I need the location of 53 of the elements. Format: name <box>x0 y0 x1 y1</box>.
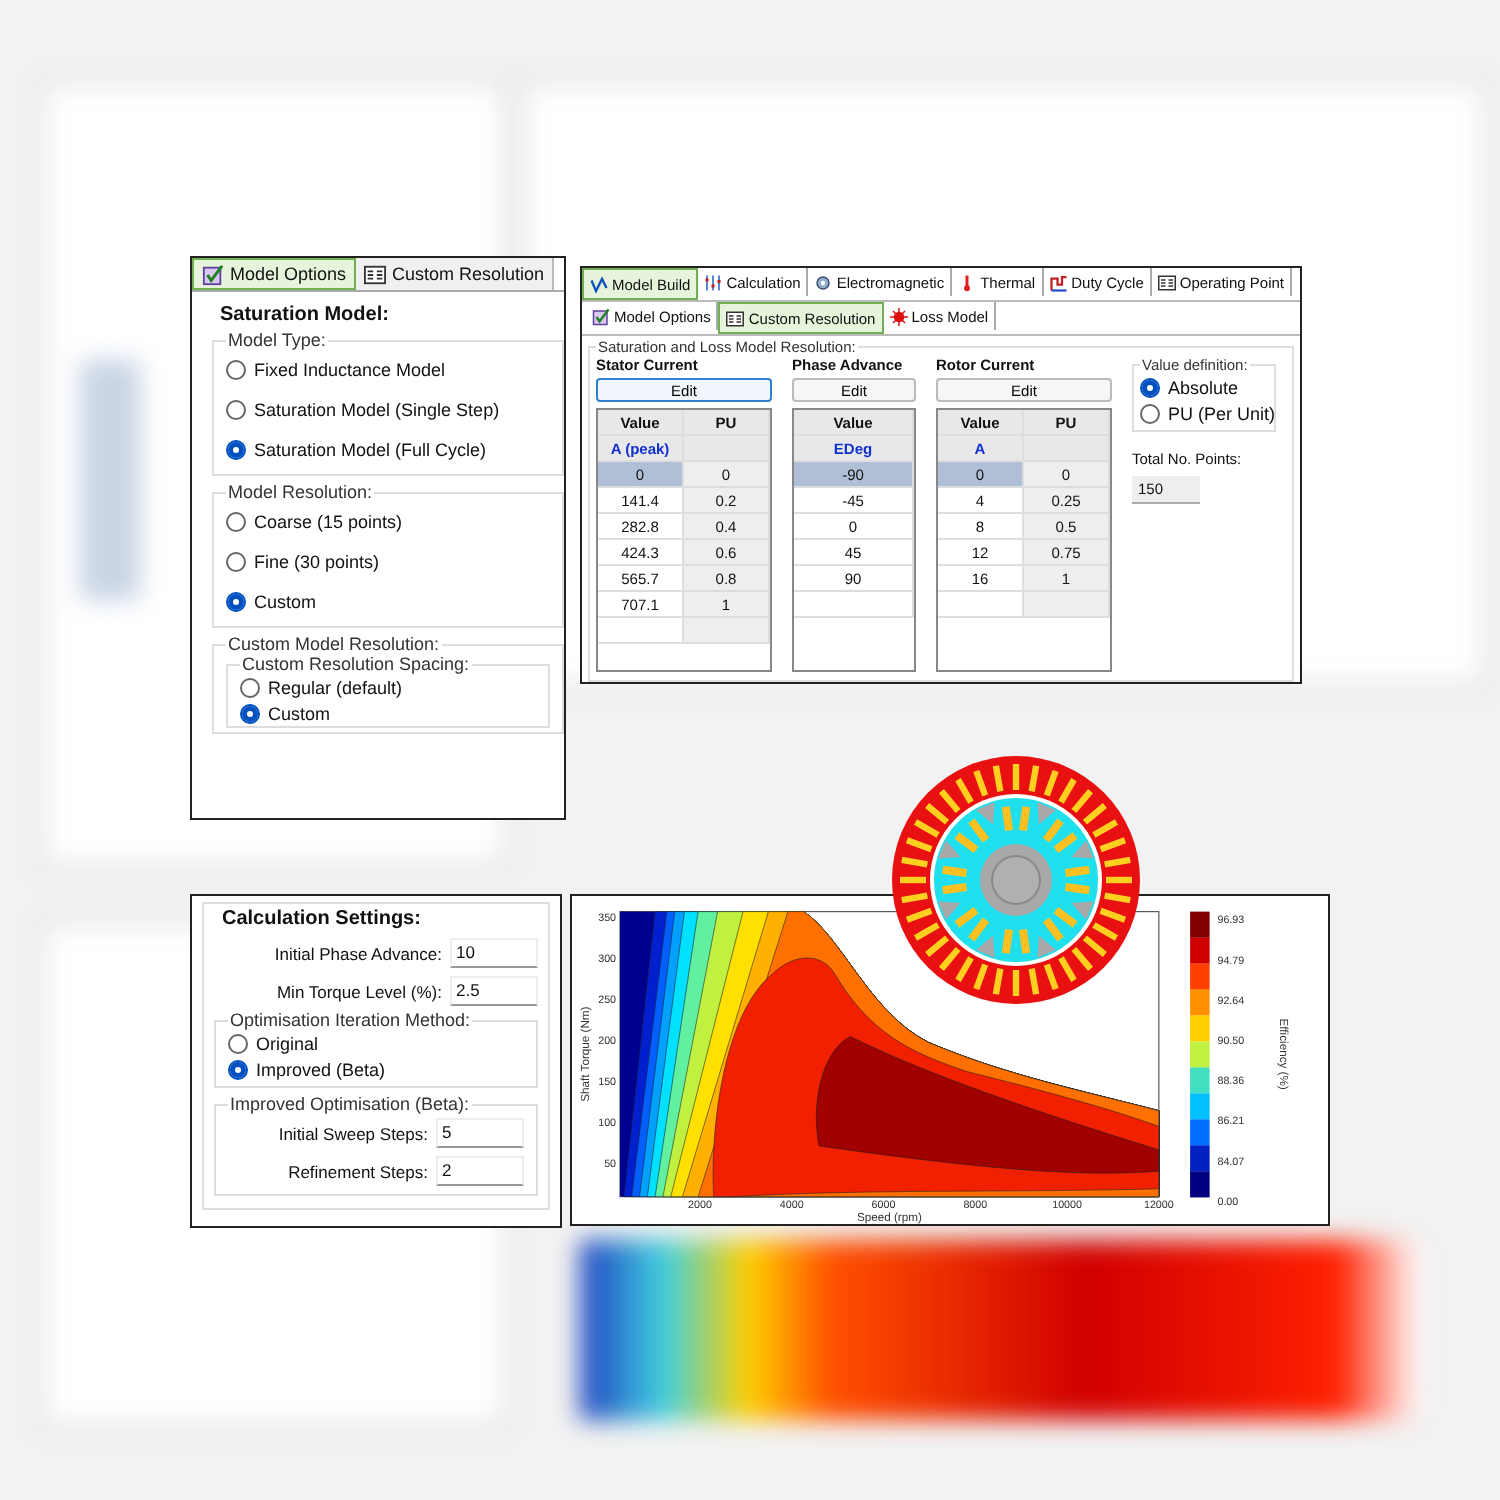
radio-button[interactable] <box>226 360 246 380</box>
radio-button[interactable] <box>1140 377 1160 397</box>
radio-option[interactable]: Fine (30 points) <box>226 542 550 582</box>
tab[interactable]: Model Options <box>192 258 357 290</box>
group-label: Model Resolution: <box>226 482 375 502</box>
radio-button[interactable] <box>226 552 246 572</box>
empty-cell <box>794 592 914 618</box>
radio-option[interactable]: Improved (Beta) <box>228 1056 524 1082</box>
input-field[interactable]: 5 <box>436 1118 524 1148</box>
radio-option[interactable]: Coarse (15 points) <box>226 502 550 542</box>
wave-icon <box>590 275 608 293</box>
radio-option[interactable]: Fixed Inductance Model <box>226 350 550 390</box>
document-check-icon <box>202 263 224 285</box>
section-title: Calculation Settings: <box>222 908 423 930</box>
grid-icon <box>364 263 387 285</box>
radio-option[interactable]: Saturation Model (Single Step) <box>226 390 550 430</box>
group-label: Improved Optimisation (Beta): <box>228 1094 472 1114</box>
starburst-icon <box>889 307 908 325</box>
step-chart-icon <box>1049 273 1068 291</box>
section-title: Saturation Model: <box>220 304 391 326</box>
input-field[interactable]: 2.5 <box>450 976 538 1006</box>
input-field[interactable]: 10 <box>450 938 538 968</box>
radio-button[interactable] <box>240 703 260 723</box>
grid-icon <box>1157 273 1176 291</box>
radio-option[interactable]: Absolute <box>1140 374 1268 400</box>
group-label: Model Type: <box>226 330 328 350</box>
document-check-icon <box>592 307 610 325</box>
empty-cell <box>1024 592 1110 618</box>
radio-option[interactable]: Original <box>228 1030 524 1056</box>
radio-button[interactable] <box>228 1059 248 1079</box>
field-label: Initial Phase Advance: <box>274 943 442 963</box>
radio-button[interactable] <box>226 400 246 420</box>
radio-button[interactable] <box>226 440 246 460</box>
input-field[interactable]: 2 <box>436 1156 524 1186</box>
radio-option[interactable]: Regular (default) <box>240 674 536 700</box>
radio-option[interactable]: Saturation Model (Full Cycle) <box>226 430 550 470</box>
field-label: Initial Sweep Steps: <box>278 1123 428 1143</box>
radio-button[interactable] <box>240 677 260 697</box>
tab[interactable]: Custom Resolution <box>356 258 555 290</box>
group-label: Optimisation Iteration Method: <box>228 1010 473 1030</box>
radio-option[interactable]: Custom <box>240 700 536 726</box>
group-label: Custom Resolution Spacing: <box>240 654 472 674</box>
field-label: Refinement Steps: <box>288 1161 428 1181</box>
radio-button[interactable] <box>226 592 246 612</box>
radio-option[interactable]: Custom <box>226 582 550 622</box>
empty-cell <box>684 618 770 644</box>
grid-icon <box>726 309 745 327</box>
radio-button[interactable] <box>1140 403 1160 423</box>
radio-button[interactable] <box>226 512 246 532</box>
group-label: Custom Model Resolution: <box>226 634 442 654</box>
sliders-icon <box>704 273 723 291</box>
field-label: Min Torque Level (%): <box>276 981 442 1001</box>
radio-button[interactable] <box>228 1033 248 1053</box>
